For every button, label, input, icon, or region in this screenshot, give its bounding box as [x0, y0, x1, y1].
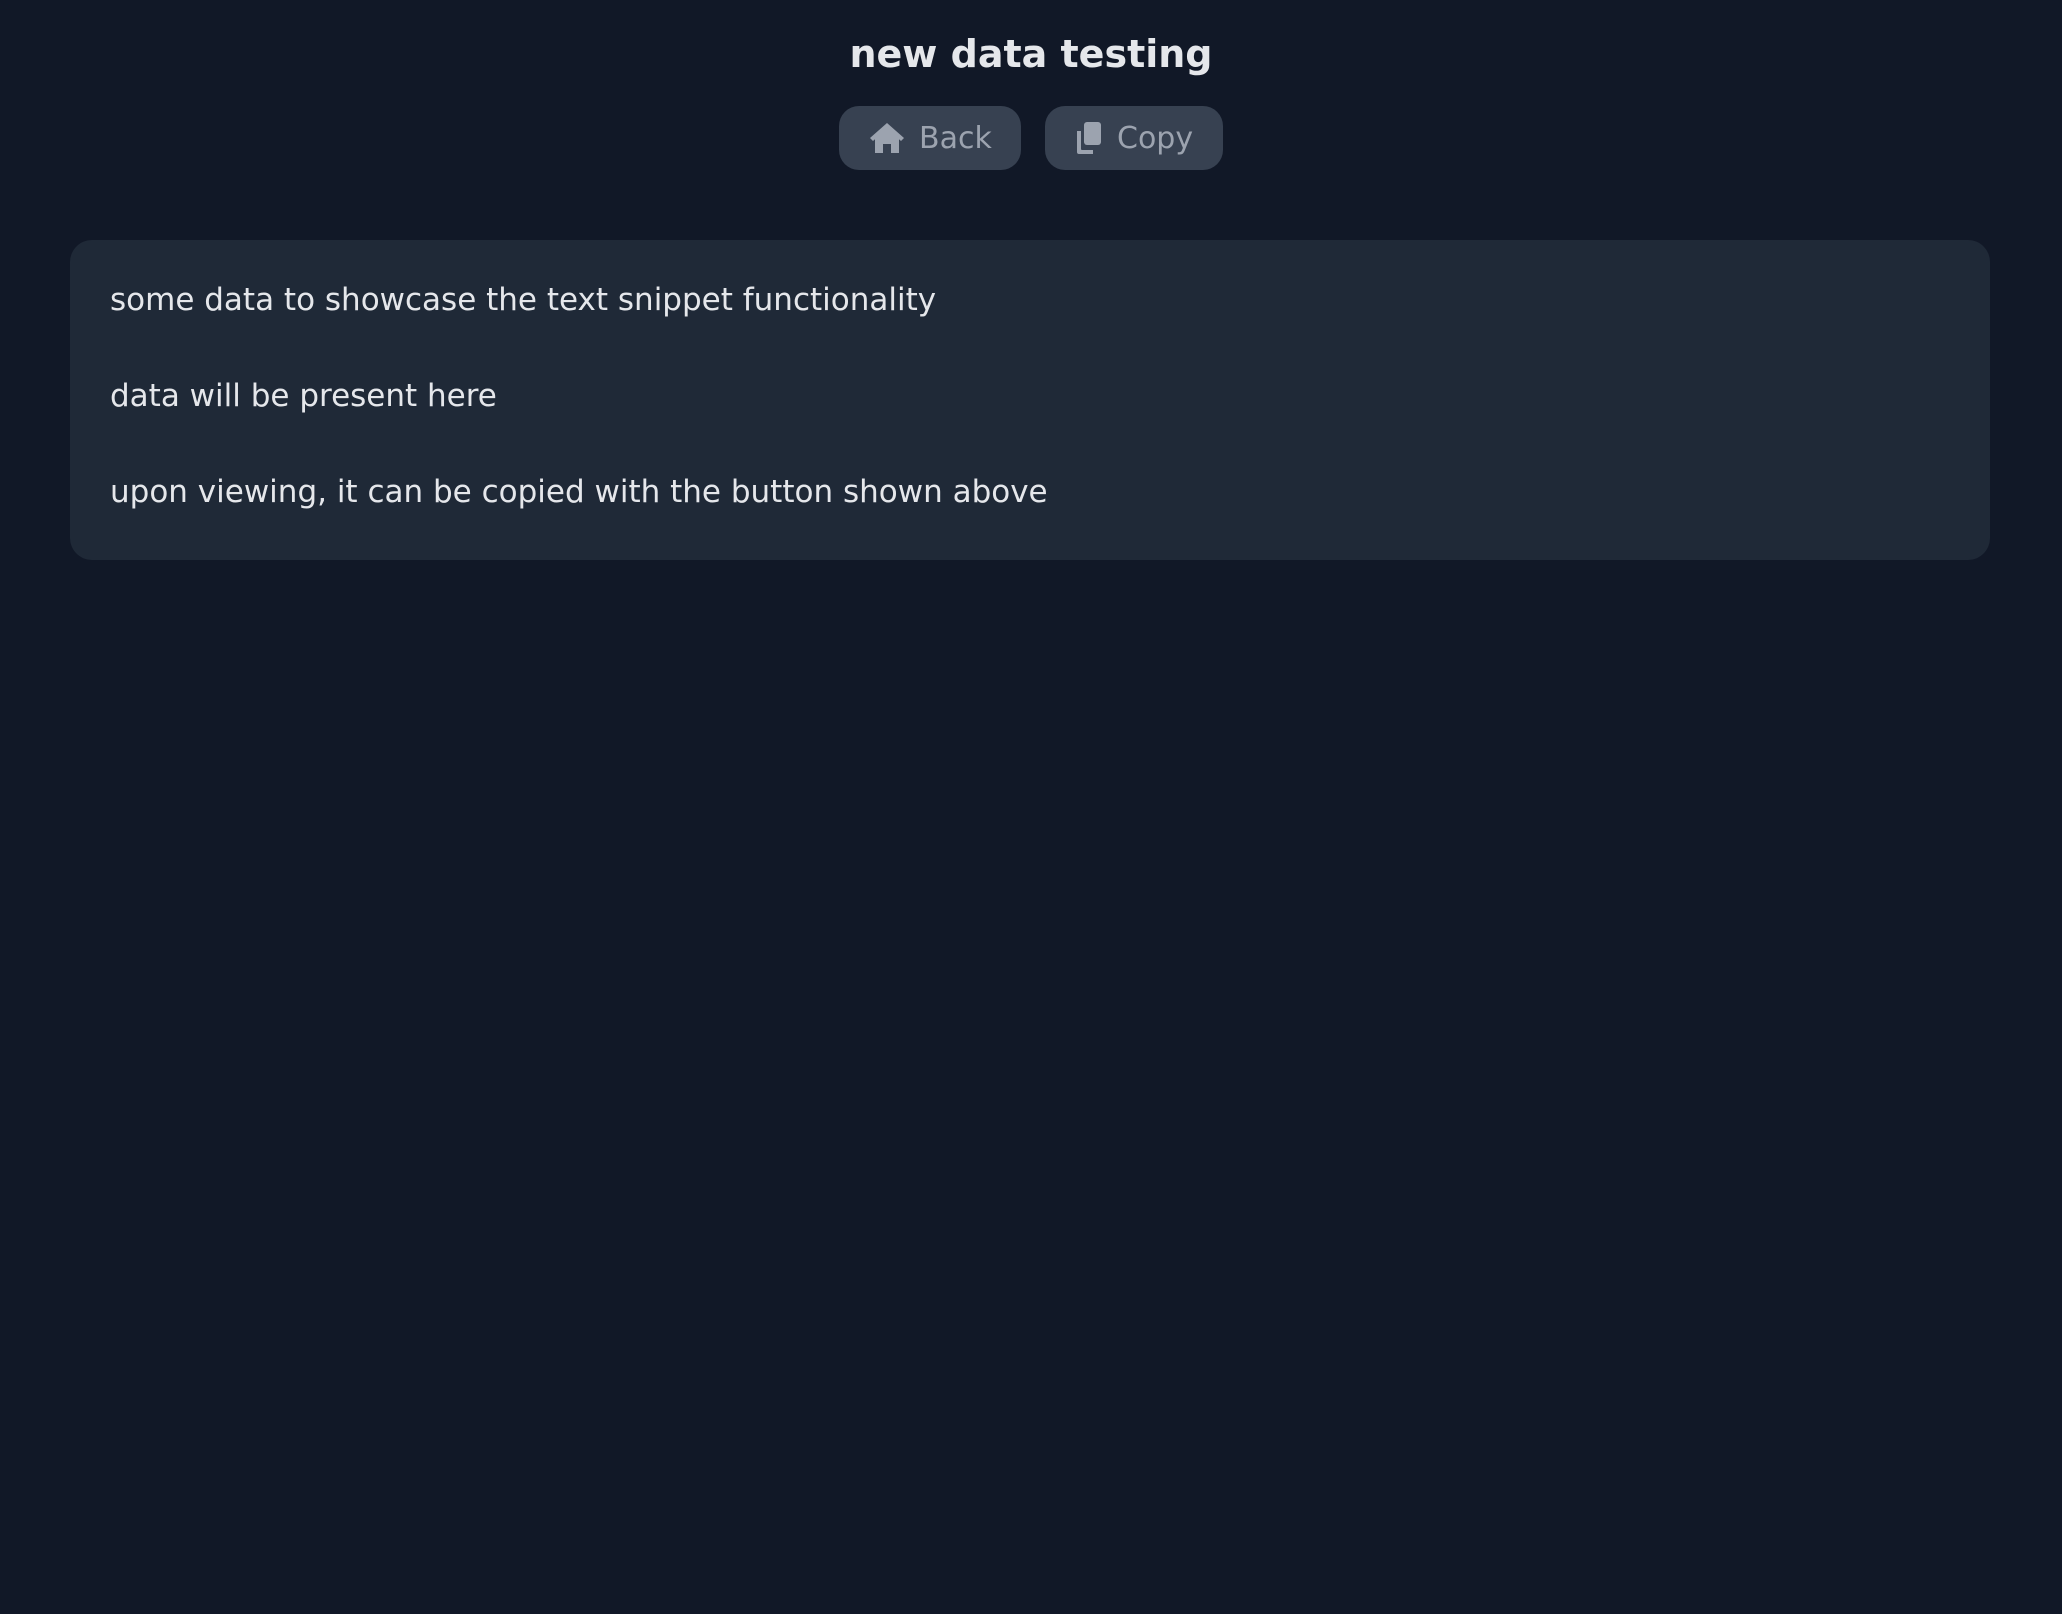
- page-title: new data testing: [849, 32, 1213, 76]
- toolbar: Back Copy: [0, 106, 2062, 170]
- copy-icon: [1075, 119, 1103, 157]
- back-button-label: Back: [919, 120, 992, 156]
- snippet-content: some data to showcase the text snippet f…: [70, 240, 1990, 560]
- snippet-line: upon viewing, it can be copied with the …: [110, 474, 1048, 510]
- snippet-line: some data to showcase the text snippet f…: [110, 282, 937, 318]
- home-icon: [869, 119, 905, 157]
- snippet-page: new data testing Back Copy some data to …: [0, 0, 2062, 1614]
- back-button[interactable]: Back: [839, 106, 1021, 170]
- copy-button[interactable]: Copy: [1045, 106, 1223, 170]
- snippet-line: data will be present here: [110, 378, 497, 414]
- copy-button-label: Copy: [1117, 120, 1194, 156]
